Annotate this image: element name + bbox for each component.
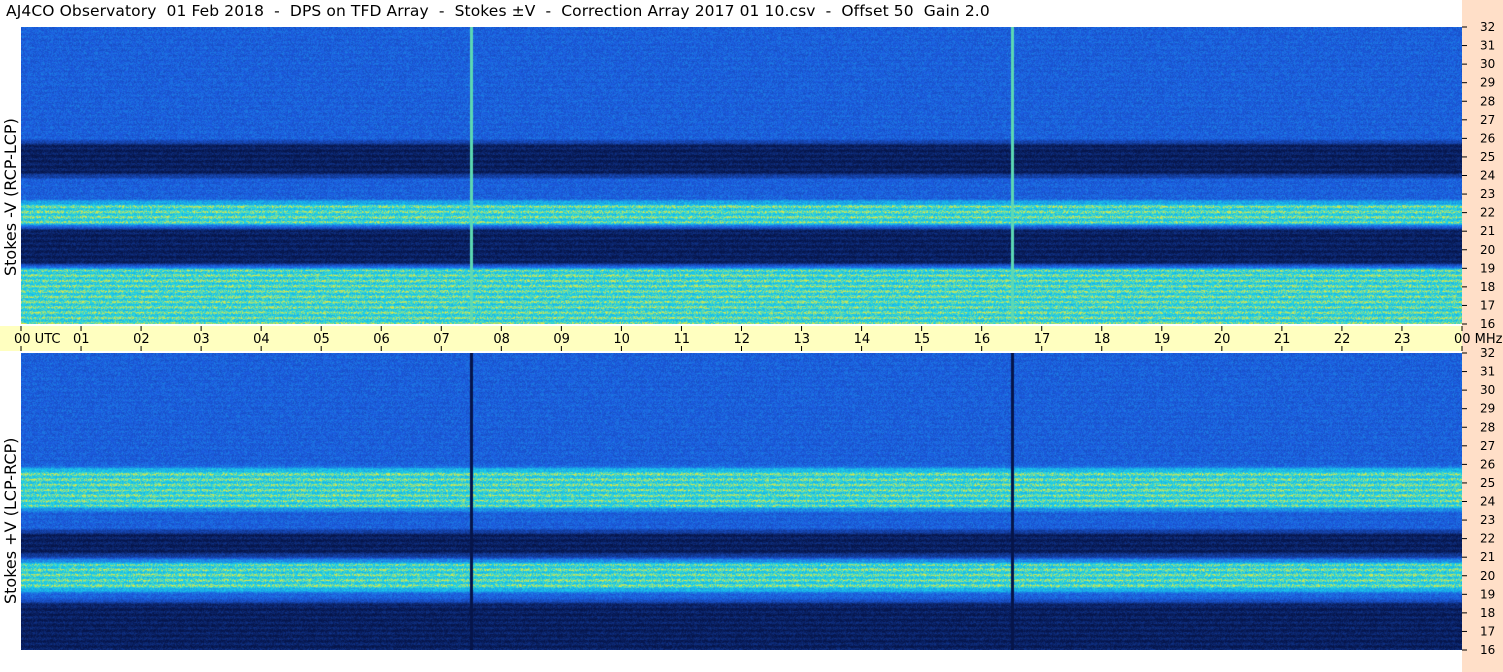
page-title: AJ4CO Observatory 01 Feb 2018 - DPS on T…: [6, 2, 990, 20]
stokes-plus-v-spectrogram: [21, 353, 1462, 650]
spectrogram-canvas-bottom: [21, 353, 1462, 650]
time-axis-strip: [0, 326, 1462, 351]
y-axis-label-top: Stokes -V (RCP-LCP): [1, 118, 20, 276]
stokes-minus-v-spectrogram: [21, 27, 1462, 324]
y-axis-label-bottom: Stokes +V (LCP-RCP): [1, 437, 20, 604]
spectrogram-canvas-top: [21, 27, 1462, 324]
frequency-axis-strip: [1462, 0, 1503, 672]
